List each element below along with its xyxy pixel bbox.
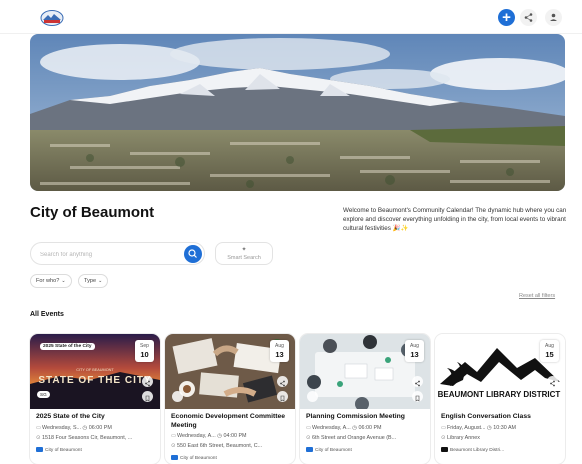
organizer-logo-icon [306, 447, 313, 452]
share-icon [550, 380, 555, 387]
search-button[interactable] [184, 245, 202, 263]
event-card[interactable]: BEAUMONT LIBRARY DISTRICT Aug 15 English… [435, 334, 565, 464]
share-icon [415, 380, 420, 387]
image-subheading: CITY OF BEAUMONT [76, 368, 114, 372]
image-pill: SG [37, 391, 50, 398]
smart-search-button[interactable]: ✦ Smart Search [215, 242, 273, 265]
card-bookmark-button[interactable] [277, 391, 288, 402]
city-logo-icon[interactable] [40, 9, 64, 26]
for-who-label: For who? [36, 278, 60, 284]
event-location: ⊙1518 Four Seasons Cir, Beaumont, ... [36, 435, 133, 441]
card-bookmark-button[interactable] [412, 391, 423, 402]
event-datetime: ▭Wednesday, A... ◷ 04:00 PM [171, 433, 247, 439]
event-datetime: ▭Wednesday, S... ◷ 06:00 PM [36, 425, 112, 431]
hero-image [30, 34, 565, 191]
event-card[interactable]: Aug 13 Economic Development Committee Me… [165, 334, 295, 464]
chevron-down-icon: ⌄ [61, 278, 66, 284]
organizer-logo-icon [171, 455, 178, 460]
search-input[interactable] [40, 248, 180, 261]
date-month: Aug [545, 343, 554, 349]
add-event-button[interactable]: + [498, 9, 515, 26]
for-who-filter[interactable]: For who? ⌄ [30, 274, 72, 288]
card-bookmark-button[interactable] [142, 391, 153, 402]
category-icon [307, 391, 318, 402]
category-icon [172, 391, 183, 402]
image-heading: STATE OF THE CITY [38, 375, 151, 386]
event-card[interactable]: CITY OF BEAUMONT STATE OF THE CITY 2025 … [30, 334, 160, 464]
date-badge: Aug 13 [405, 340, 424, 362]
event-card[interactable]: Aug 13 Planning Commission Meeting ▭Wedn… [300, 334, 430, 464]
top-bar: + [0, 0, 582, 34]
date-day: 15 [545, 350, 554, 359]
date-badge: Sep 10 [135, 340, 154, 362]
organizer-logo-icon [36, 447, 43, 452]
event-datetime: ▭Friday, August... ◷ 10:30 AM [441, 425, 517, 431]
image-badge: 2025 State of the City [40, 343, 95, 350]
type-label: Type [84, 278, 97, 284]
sparkle-icon: ✦ [241, 247, 247, 253]
event-organizer: Beaumont Library Distri... [441, 447, 504, 453]
type-filter[interactable]: Type ⌄ [78, 274, 109, 288]
welcome-text: Welcome to Beaumont's Community Calendar… [343, 207, 567, 233]
event-title[interactable]: Planning Commission Meeting [306, 413, 426, 422]
date-day: 10 [140, 350, 149, 359]
event-organizer: City of Beaumont [171, 455, 217, 461]
event-organizer: City of Beaumont [36, 447, 82, 453]
event-location: ⊙550 East 6th Street, Beaumont, C... [171, 443, 263, 449]
share-icon [280, 380, 285, 387]
card-share-button[interactable] [412, 376, 423, 387]
share-icon [145, 380, 150, 387]
date-day: 13 [275, 350, 284, 359]
section-title: All Events [30, 311, 64, 318]
date-day: 13 [410, 350, 419, 359]
reset-filters-link[interactable]: Reset all filters [519, 293, 555, 299]
mountain-landscape-image [30, 34, 565, 191]
organizer-logo-icon [441, 447, 448, 452]
bookmark-icon [145, 395, 150, 402]
search-icon [188, 249, 197, 258]
bookmark-icon [280, 395, 285, 402]
card-share-button[interactable] [547, 376, 558, 387]
date-badge: Aug 15 [540, 340, 559, 362]
share-icon [524, 13, 533, 22]
bookmark-icon [415, 395, 420, 402]
smart-search-label: Smart Search [227, 255, 261, 261]
search-bar [30, 242, 205, 265]
date-month: Sep [140, 343, 149, 349]
share-button[interactable] [520, 9, 537, 26]
user-icon [550, 13, 557, 21]
user-menu-button[interactable] [545, 9, 562, 26]
chevron-down-icon: ⌄ [98, 278, 103, 284]
page-title: City of Beaumont [30, 204, 155, 221]
event-datetime: ▭Wednesday, A... ◷ 06:00 PM [306, 425, 382, 431]
event-organizer: City of Beaumont [306, 447, 352, 453]
date-badge: Aug 13 [270, 340, 289, 362]
date-month: Aug [410, 343, 419, 349]
event-title[interactable]: English Conversation Class [441, 413, 561, 422]
event-location: ⊙Library Annex [441, 435, 480, 441]
date-month: Aug [275, 343, 284, 349]
card-share-button[interactable] [277, 376, 288, 387]
event-title[interactable]: Economic Development Committee Meeting [171, 413, 291, 430]
card-share-button[interactable] [142, 376, 153, 387]
image-heading: BEAUMONT LIBRARY DISTRICT [438, 390, 561, 399]
event-location: ⊙6th Street and Orange Avenue (B... [306, 435, 397, 441]
event-title[interactable]: 2025 State of the City [36, 413, 156, 422]
